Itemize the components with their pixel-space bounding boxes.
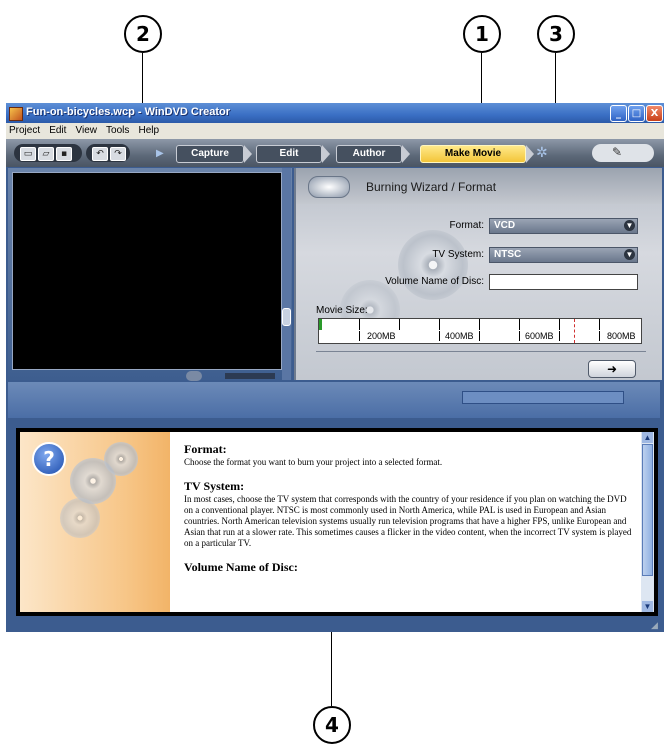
- tab-make-movie[interactable]: Make Movie: [420, 145, 534, 163]
- preview-panel: [8, 168, 292, 380]
- movie-size-ruler: 200MB 400MB 600MB 800MB: [318, 318, 642, 344]
- divider: [316, 351, 646, 352]
- gear-icon: ✲: [536, 144, 548, 160]
- pen-icon: ✎: [612, 145, 623, 159]
- close-button[interactable]: X: [646, 105, 663, 122]
- callout-3: 3: [537, 15, 575, 53]
- ruler-mark: [479, 331, 480, 341]
- ruler-mark: [559, 331, 560, 341]
- tv-system-select[interactable]: NTSC ▼: [489, 247, 638, 263]
- ruler-tick: [519, 319, 520, 330]
- settings-button[interactable]: ✎: [592, 144, 654, 162]
- preview-progress-bar: [225, 373, 275, 379]
- ruler-tick: [439, 319, 440, 330]
- minimize-button[interactable]: _: [610, 105, 627, 122]
- file-button-group: ▭ ▱ ▪: [14, 144, 82, 162]
- size-mark-800: 800MB: [607, 331, 636, 341]
- callout-4: 4: [313, 706, 351, 744]
- size-mark-400: 400MB: [445, 331, 474, 341]
- volume-name-input[interactable]: [489, 274, 638, 290]
- step-arrow-icon: ▶: [156, 148, 164, 159]
- help-heading-tv-system: TV System:: [184, 479, 245, 493]
- tv-system-label: TV System:: [432, 249, 484, 260]
- burning-wizard-panel: Burning Wizard / Format Format: VCD ▼ TV…: [294, 168, 662, 380]
- status-band: [8, 382, 660, 418]
- chevron-down-icon: ▼: [624, 249, 635, 260]
- menu-edit[interactable]: Edit: [46, 123, 69, 136]
- toolbar: ▭ ▱ ▪ ↶ ↷ ▶ Capture Edit Author Make Mov…: [6, 139, 664, 167]
- ruler-mark: [599, 331, 600, 341]
- disc-graphic: [398, 230, 468, 300]
- tab-author[interactable]: Author: [336, 145, 410, 163]
- title-bar: Fun-on-bicycles.wcp - WinDVD Creator _ □…: [6, 103, 664, 123]
- menu-bar: Project Edit View Tools Help: [6, 123, 664, 139]
- help-text: Format: Choose the format you want to bu…: [184, 442, 634, 575]
- save-icon[interactable]: ▪: [56, 147, 72, 161]
- help-scroll-thumb[interactable]: [642, 444, 653, 576]
- ruler-mark: [439, 331, 440, 341]
- tab-edit[interactable]: Edit: [256, 145, 330, 163]
- help-heading-format: Format:: [184, 442, 227, 456]
- ruler-tick: [359, 319, 360, 330]
- redo-icon[interactable]: ↷: [110, 147, 126, 161]
- disc-graphic: [104, 442, 138, 476]
- menu-view[interactable]: View: [72, 123, 100, 136]
- help-scrollbar[interactable]: ▲ ▼: [641, 432, 654, 612]
- size-mark-200: 200MB: [367, 331, 396, 341]
- help-body-format: Choose the format you want to burn your …: [184, 457, 443, 467]
- play-control-icon[interactable]: [186, 371, 202, 381]
- disc-burner-icon: [308, 176, 350, 198]
- ruler-tick: [399, 319, 400, 330]
- size-mark-600: 600MB: [525, 331, 554, 341]
- menu-project[interactable]: Project: [6, 123, 43, 136]
- capacity-limit-marker: [574, 319, 575, 343]
- app-window: Fun-on-bicycles.wcp - WinDVD Creator _ □…: [6, 103, 664, 632]
- wizard-header: Burning Wizard / Format: [296, 168, 662, 204]
- ruler-mark: [359, 331, 360, 341]
- open-icon[interactable]: ▱: [38, 147, 54, 161]
- window-title: Fun-on-bicycles.wcp - WinDVD Creator: [26, 106, 231, 118]
- help-content: ? Format: Choose the format you want to …: [20, 432, 641, 612]
- progress-bar: [462, 391, 624, 404]
- app-icon: [9, 107, 23, 121]
- wizard-title: Burning Wizard / Format: [366, 180, 497, 194]
- format-value: VCD: [494, 220, 516, 231]
- help-illustration: ?: [20, 432, 170, 612]
- resize-grip-icon[interactable]: ◢: [651, 620, 661, 630]
- ruler-tick: [599, 319, 600, 330]
- movie-size-label: Movie Size:: [316, 305, 368, 316]
- question-icon: ?: [32, 442, 66, 476]
- menu-tools[interactable]: Tools: [103, 123, 132, 136]
- ruler-tick: [559, 319, 560, 330]
- undo-redo-group: ↶ ↷: [86, 144, 130, 162]
- scroll-down-icon[interactable]: ▼: [642, 601, 653, 612]
- video-preview: [12, 172, 282, 370]
- tab-capture[interactable]: Capture: [176, 145, 252, 163]
- format-select[interactable]: VCD ▼: [489, 218, 638, 234]
- tv-system-value: NTSC: [494, 249, 522, 260]
- next-button[interactable]: ➜: [588, 360, 636, 378]
- preview-volume-slider[interactable]: [282, 168, 291, 380]
- callout-2: 2: [124, 15, 162, 53]
- chevron-down-icon: ▼: [624, 220, 635, 231]
- disc-graphic: [60, 498, 100, 538]
- help-body-tv-system: In most cases, choose the TV system that…: [184, 494, 632, 548]
- callout-1: 1: [463, 15, 501, 53]
- preview-slider-thumb[interactable]: [282, 308, 291, 326]
- help-heading-volume-name: Volume Name of Disc:: [184, 560, 298, 574]
- menu-help[interactable]: Help: [135, 123, 162, 136]
- format-label: Format:: [449, 220, 484, 231]
- undo-icon[interactable]: ↶: [92, 147, 108, 161]
- ruler-mark: [519, 331, 520, 341]
- volume-name-label: Volume Name of Disc:: [385, 276, 484, 287]
- new-icon[interactable]: ▭: [20, 147, 36, 161]
- ruler-tick: [479, 319, 480, 330]
- scroll-up-icon[interactable]: ▲: [642, 432, 653, 443]
- size-used-indicator: [319, 319, 322, 330]
- maximize-button[interactable]: □: [628, 105, 645, 122]
- help-panel: ? Format: Choose the format you want to …: [16, 428, 658, 616]
